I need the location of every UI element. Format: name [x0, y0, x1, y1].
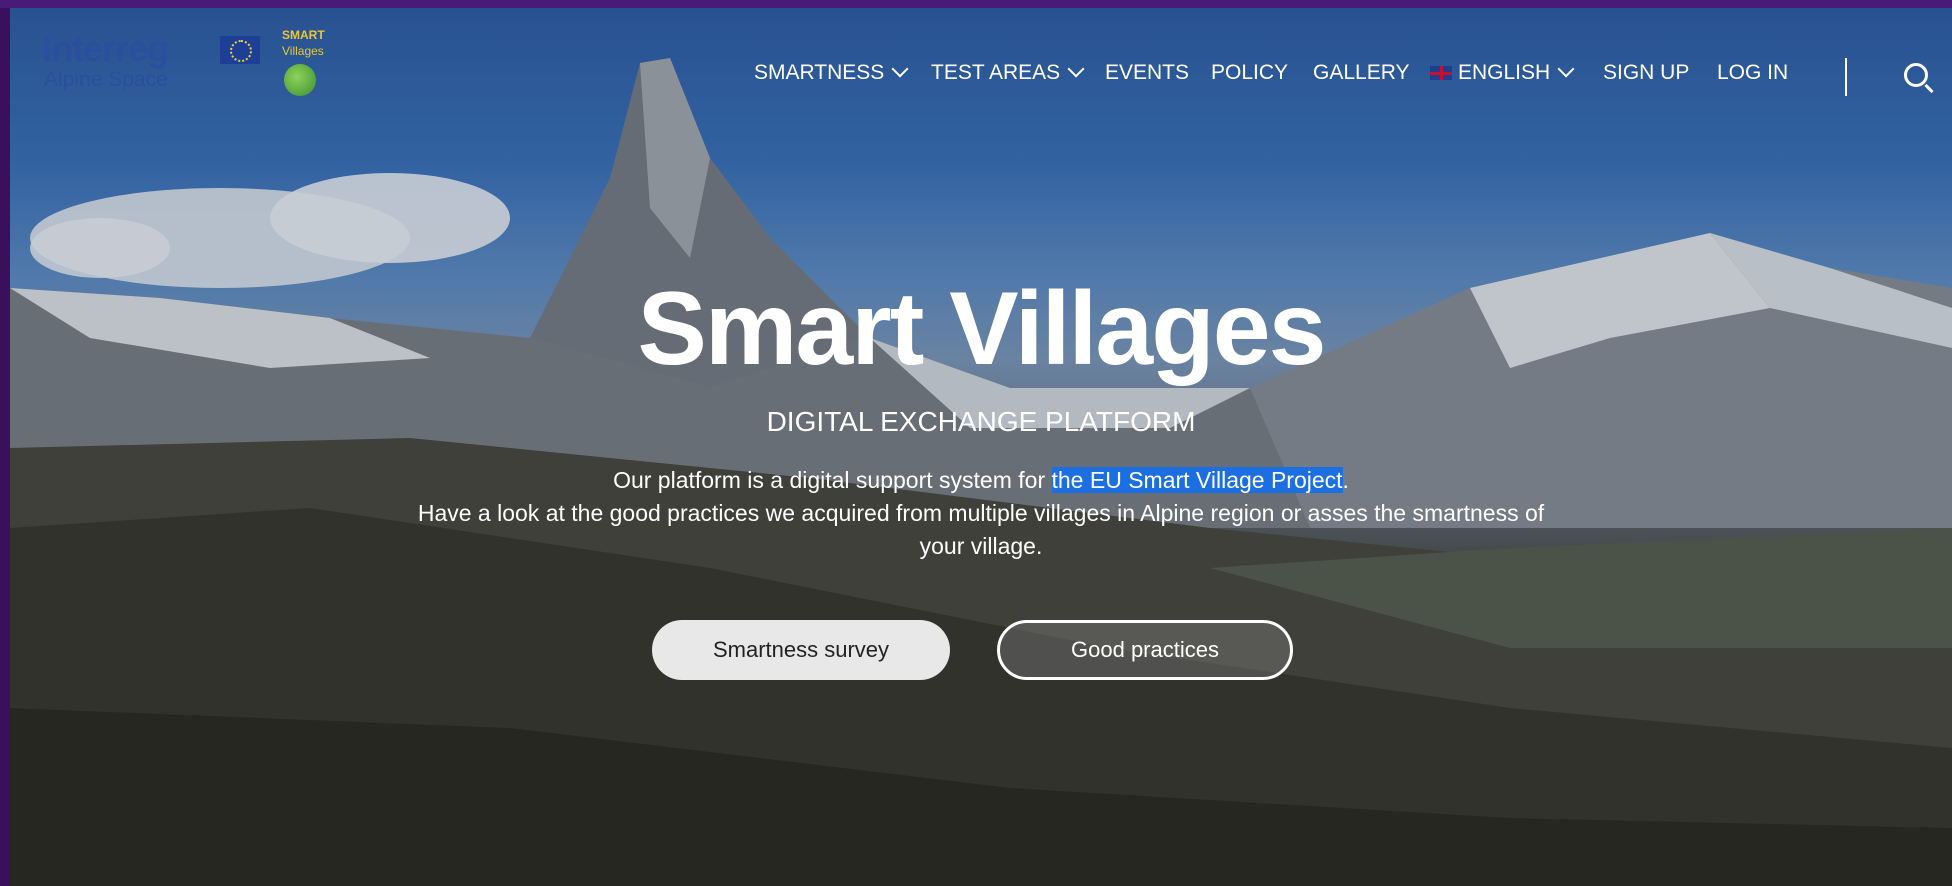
eu-project-link[interactable]: the EU Smart Village Project [1051, 467, 1343, 493]
nav-smartness[interactable]: SMARTNESS [754, 60, 909, 85]
background-overlay [10, 8, 1952, 886]
nav-policy-label: POLICY [1211, 61, 1289, 84]
good-practices-button[interactable]: Good practices [997, 620, 1293, 680]
nav-language-label: ENGLISH [1458, 61, 1551, 84]
hero-subtitle: DIGITAL EXCHANGE PLATFORM [766, 406, 1196, 437]
interreg-logo[interactable]: Interreg Alpine Space [42, 28, 272, 118]
nav-sign-up[interactable]: SIGN UP [1603, 61, 1689, 85]
smartness-survey-button[interactable]: Smartness survey [652, 620, 950, 680]
nav-sign-up-label: SIGN UP [1603, 61, 1690, 84]
nav-log-in-label: LOG IN [1717, 61, 1789, 84]
smart-villages-title: SMART [282, 28, 325, 42]
nav-test-areas[interactable]: TEST AREAS [931, 60, 1085, 85]
smart-villages-logo[interactable]: SMART Villages [282, 28, 332, 98]
hero-section: Interreg Alpine Space SMART Villages SMA… [10, 8, 1952, 886]
chevron-down-icon [1557, 60, 1575, 78]
nav-divider [1845, 58, 1847, 96]
nav-language[interactable]: ENGLISH [1430, 60, 1575, 85]
hero-title: Smart Villages [637, 271, 1327, 387]
nav-gallery[interactable]: GALLERY [1313, 61, 1410, 85]
hero-description: Our platform is a digital support system… [410, 464, 1552, 563]
nav-log-in[interactable]: LOG IN [1717, 61, 1788, 85]
search-icon[interactable] [1904, 63, 1928, 87]
chevron-down-icon [891, 60, 909, 78]
nav-events-label: EVENTS [1105, 61, 1190, 84]
interreg-subtitle: Alpine Space [44, 68, 168, 91]
nav-gallery-label: GALLERY [1313, 61, 1410, 84]
uk-flag-icon [1430, 66, 1452, 80]
chevron-down-icon [1067, 60, 1085, 78]
nav-policy[interactable]: POLICY [1211, 61, 1288, 85]
hero-line2: Have a look at the good practices we acq… [417, 500, 1545, 559]
hero-line1-suffix: . [1342, 467, 1349, 493]
eu-flag-icon [220, 36, 260, 64]
browser-frame-top [0, 0, 1952, 8]
heart-icon [284, 64, 316, 96]
nav-smartness-label: SMARTNESS [754, 61, 885, 84]
hero-line1-prefix: Our platform is a digital support system… [613, 467, 1052, 493]
interreg-title: Interreg [42, 28, 169, 69]
nav-test-areas-label: TEST AREAS [931, 61, 1061, 84]
nav-events[interactable]: EVENTS [1105, 61, 1189, 85]
smart-villages-subtitle: Villages [282, 44, 324, 58]
